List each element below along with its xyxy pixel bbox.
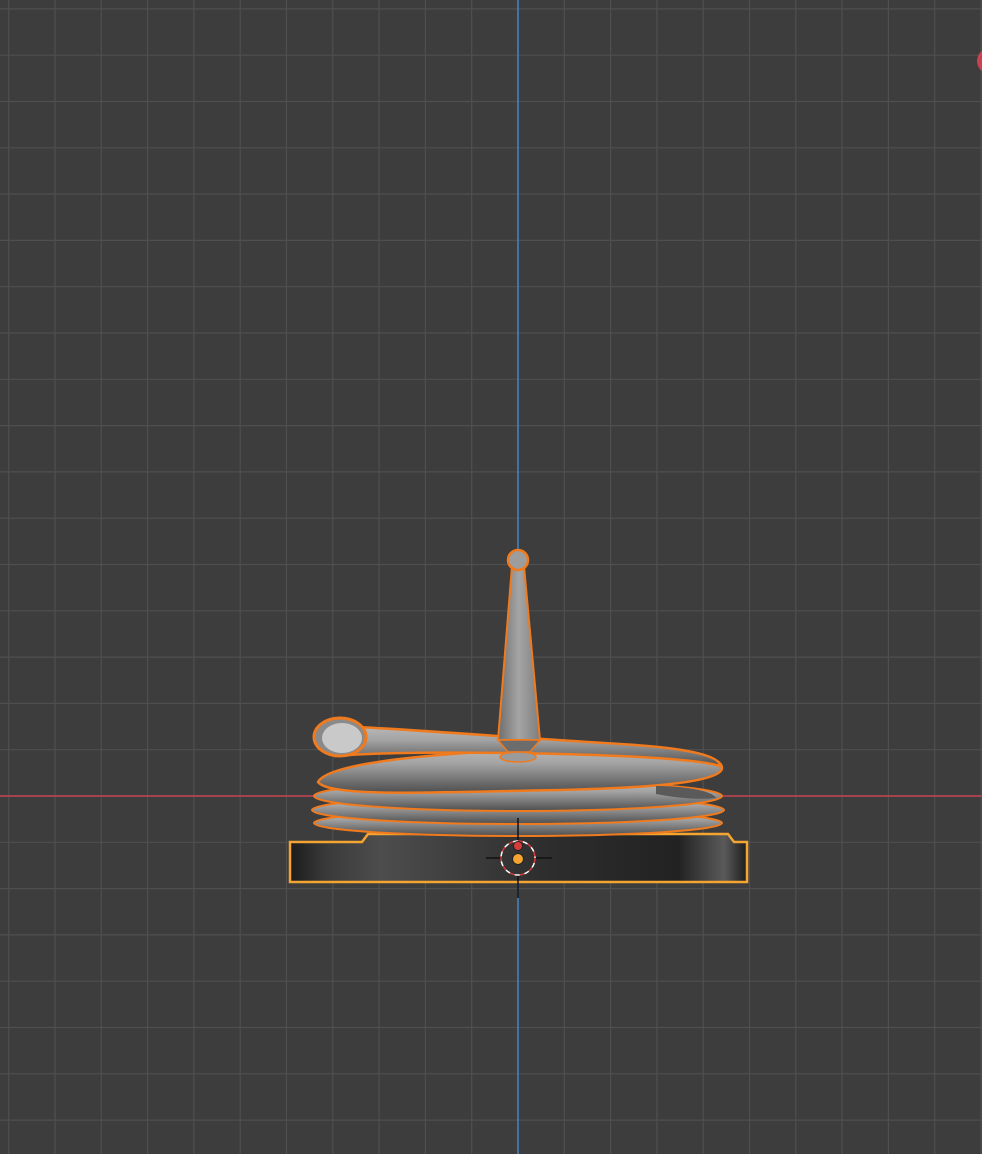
3d-viewport[interactable] — [0, 0, 982, 1154]
spike-object[interactable] — [496, 548, 542, 763]
viewport-canvas[interactable] — [0, 0, 982, 1154]
view-gizmo-x-axis-icon[interactable] — [977, 48, 982, 74]
viewport-grid — [0, 0, 982, 1154]
